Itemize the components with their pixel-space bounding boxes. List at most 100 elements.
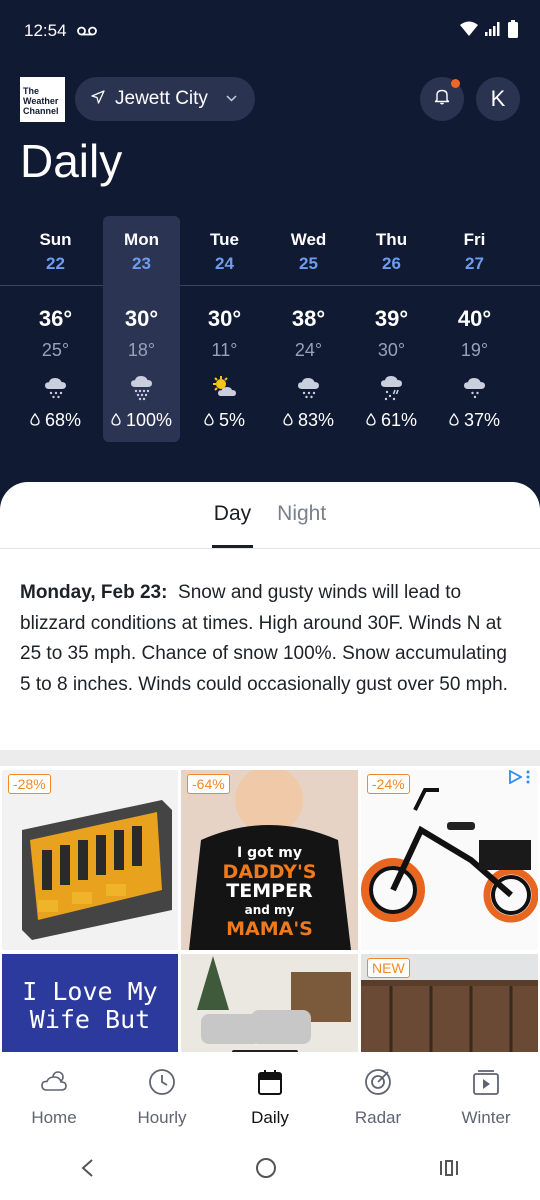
day-date: 24 (215, 254, 234, 273)
notifications-button[interactable] (420, 77, 464, 121)
precip-value: 68% (44, 410, 82, 430)
profile-button[interactable]: K (476, 77, 520, 121)
logo-line: Weather (23, 95, 59, 106)
new-badge: NEW (367, 958, 410, 978)
day-name: Sun (39, 230, 72, 249)
day-precip: 68% (11, 410, 100, 431)
day-low: 24° (294, 340, 323, 360)
nav-radar[interactable]: Radar (324, 1052, 432, 1142)
clock-icon (108, 1068, 216, 1098)
snow-cloud-icon (17, 374, 94, 404)
day-name: Fri (463, 230, 486, 249)
shirt-line: I Love My (22, 977, 158, 1006)
tab-night[interactable]: Night (277, 502, 326, 548)
rain-snow-icon (353, 374, 430, 404)
day-precip: 83% (264, 410, 353, 431)
day-column-thu[interactable]: Thu 26 39° 30° 61% (353, 216, 430, 442)
day-high: 40° (457, 306, 492, 331)
system-navigation-bar (0, 1142, 540, 1200)
daily-forecast-strip[interactable]: Sun 22 36° 25° 68% Mon 23 30° 18° 100% T… (17, 216, 540, 442)
discount-badge: -64% (187, 774, 230, 794)
day-date: 23 (132, 254, 151, 273)
location-selector[interactable]: Jewett City (75, 77, 255, 121)
status-time: 12:54 (24, 21, 67, 40)
ad-tile-sunroom[interactable]: NEW (361, 954, 538, 1052)
day-column-fri[interactable]: Fri 27 40° 19° 37% (436, 216, 513, 442)
ad-tile-kids-tshirt[interactable]: I got my DADDY'S TEMPER and my MAMA'S -6… (181, 770, 358, 950)
day-low: 18° (127, 340, 156, 360)
wifi-icon (460, 21, 478, 42)
day-high: 36° (38, 306, 73, 331)
day-column-tue[interactable]: Tue 24 30° 11° 5% (186, 216, 263, 442)
back-icon[interactable] (80, 1157, 94, 1185)
ad-grid: -28% I got my DADDY'S TEMPER and my MAMA… (0, 766, 540, 1052)
nav-hourly[interactable]: Hourly (108, 1052, 216, 1142)
day-night-tabs: Day Night (0, 502, 540, 548)
avatar-letter: K (490, 86, 506, 111)
ad-tile-living-room[interactable] (181, 954, 358, 1052)
day-high: 39° (374, 306, 409, 331)
bell-icon (434, 88, 450, 110)
day-precip: 61% (347, 410, 436, 431)
calendar-icon (216, 1068, 324, 1098)
shirt-print-text: I got my DADDY'S TEMPER and my MAMA'S (181, 844, 358, 939)
shirt-line: TEMPER (226, 880, 313, 902)
day-column-wed[interactable]: Wed 25 38° 24° 83% (270, 216, 347, 442)
home-cloud-icon (0, 1068, 108, 1098)
day-high: 38° (291, 306, 326, 331)
logo-line: Channel (23, 105, 59, 116)
nav-label: Daily (251, 1108, 289, 1127)
logo-line: The (23, 85, 40, 96)
video-play-icon (432, 1068, 540, 1098)
ad-tile-electric-trike[interactable]: -24% (361, 770, 538, 950)
snow-cloud-icon (436, 374, 513, 404)
precip-value: 83% (297, 410, 335, 430)
nav-winter[interactable]: Winter (432, 1052, 540, 1142)
battery-icon (508, 19, 518, 43)
day-detail-sheet: Day Night Monday, Feb 23: Snow and gusty… (0, 482, 540, 1052)
ad-separator (0, 750, 540, 766)
day-name: Tue (210, 230, 239, 249)
discount-badge: -28% (8, 774, 51, 794)
precip-value: 100% (125, 410, 173, 430)
chevron-down-icon (226, 93, 237, 105)
home-circle-icon[interactable] (255, 1157, 277, 1186)
tool-organizer-image (2, 770, 178, 950)
precip-value: 5% (219, 410, 246, 430)
day-date: 25 (299, 254, 318, 273)
precip-value: 61% (380, 410, 418, 430)
electric-trike-image (361, 770, 538, 950)
day-column-sun[interactable]: Sun 22 36° 25° 68% (17, 216, 94, 442)
shirt-print-text: I Love My Wife But (2, 978, 178, 1034)
ad-tile-love-wife-shirt[interactable]: I Love My Wife But (2, 954, 178, 1052)
nav-label: Radar (354, 1108, 402, 1127)
raindrop-icon (283, 410, 293, 430)
day-high: 30° (124, 306, 159, 331)
day-date: 22 (46, 254, 65, 273)
forecast-header-panel: 12:54 The Weather Channel Jewett City K … (0, 0, 540, 520)
signal-icon (484, 21, 502, 42)
day-precip: 5% (180, 410, 269, 431)
day-low: 25° (41, 340, 70, 360)
status-bar: 12:54 (24, 16, 518, 46)
nav-daily[interactable]: Daily (216, 1052, 324, 1142)
ad-choices[interactable] (508, 770, 530, 787)
partly-sunny-icon (186, 374, 263, 404)
shirt-line: MAMA'S (226, 918, 313, 940)
narrative-heading: Monday, Feb 23: (20, 582, 168, 603)
day-precip: 37% (430, 410, 519, 431)
day-date: 27 (465, 254, 484, 273)
day-column-mon[interactable]: Mon 23 30° 18° 100% (103, 216, 180, 442)
tab-day[interactable]: Day (211, 502, 254, 548)
weather-channel-logo[interactable]: The Weather Channel (20, 76, 65, 122)
recents-icon[interactable] (438, 1157, 460, 1185)
day-high: 30° (207, 306, 242, 331)
raindrop-icon (204, 410, 214, 430)
discount-badge: -24% (367, 774, 410, 794)
nav-home[interactable]: Home (0, 1052, 108, 1142)
ad-tile-tool-organizer[interactable]: -28% (2, 770, 178, 950)
raindrop-icon (449, 410, 459, 430)
nav-label: Hourly (137, 1108, 187, 1127)
radar-icon (324, 1068, 432, 1098)
notification-dot (451, 79, 460, 88)
